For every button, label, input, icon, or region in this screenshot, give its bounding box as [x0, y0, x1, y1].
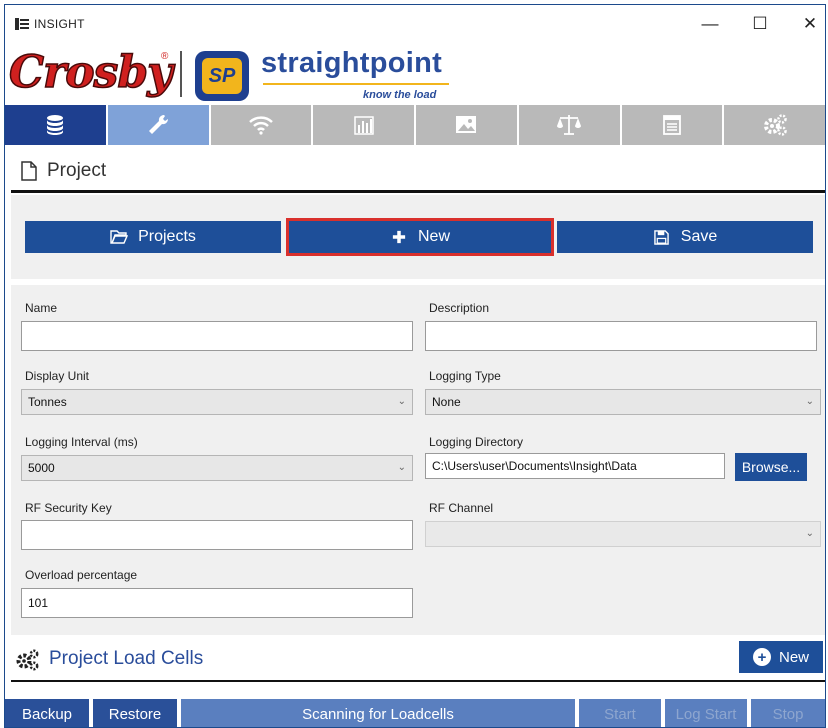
new-load-cell-button[interactable]: + New [739, 641, 823, 673]
tab-database[interactable] [5, 105, 108, 145]
save-icon [653, 229, 671, 245]
log-start-button[interactable]: Log Start [665, 699, 747, 727]
bottom-toolbar: Backup Restore Scanning for Loadcells St… [5, 699, 825, 727]
folder-open-icon [110, 229, 129, 245]
plus-circle-icon: + [752, 648, 771, 666]
calendar-icon [662, 115, 681, 135]
name-label: Name [25, 301, 58, 315]
rf-security-key-field[interactable] [21, 520, 413, 550]
wordmark-underline [263, 83, 449, 85]
database-icon [47, 115, 64, 135]
projects-button-label: Projects [138, 228, 196, 245]
stop-button[interactable]: Stop [751, 699, 825, 727]
tab-images[interactable] [416, 105, 519, 145]
plus-icon [390, 229, 408, 245]
maximize-button[interactable]: ☐ [737, 9, 783, 39]
gears-icon [763, 114, 787, 136]
rf-channel-label: RF Channel [429, 501, 494, 515]
main-tab-bar [5, 105, 825, 145]
new-project-button[interactable]: New [286, 218, 554, 256]
minimize-button[interactable]: — [687, 9, 733, 39]
chevron-down-icon: ⌄ [397, 396, 406, 407]
load-cells-divider [11, 680, 825, 682]
logging-interval-select[interactable]: 5000 ⌄ [21, 455, 413, 481]
crosby-logo: Crosby [8, 47, 173, 98]
tab-charts[interactable] [313, 105, 416, 145]
straightpoint-logo-mark: SP [195, 51, 249, 101]
scale-icon [557, 115, 582, 135]
logging-interval-value: 5000 [28, 461, 55, 475]
section-divider [11, 190, 825, 193]
wifi-icon [249, 116, 273, 135]
gears-icon [16, 649, 39, 671]
description-label: Description [429, 301, 490, 315]
display-unit-select[interactable]: Tonnes ⌄ [21, 389, 413, 415]
overload-percentage-field[interactable]: 101 [21, 588, 413, 618]
browse-button[interactable]: Browse... [735, 453, 807, 481]
sp-mark: SP [202, 58, 242, 94]
logging-interval-label: Logging Interval (ms) [25, 435, 138, 449]
bar-chart-icon [353, 116, 374, 135]
load-cells-header: Project Load Cells + New [5, 637, 825, 683]
window-title: INSIGHT [34, 17, 85, 31]
new-load-cell-label: New [778, 648, 809, 666]
brand-header: Crosby ® SP straightpoint know the load [5, 43, 825, 105]
app-window: INSIGHT — ☐ ✕ Crosby ® SP straightpoint … [4, 4, 826, 728]
tab-calendar[interactable] [621, 105, 725, 145]
brand-tagline: know the load [363, 89, 437, 101]
chevron-down-icon: ⌄ [397, 462, 406, 473]
status-bar-text: Scanning for Loadcells [181, 699, 575, 727]
app-icon [15, 18, 29, 30]
overload-percentage-label: Overload percentage [25, 568, 138, 582]
tab-preferences[interactable] [724, 105, 825, 145]
logging-directory-label: Logging Directory [429, 435, 524, 449]
rf-channel-select: ⌄ [425, 521, 821, 547]
projects-button[interactable]: Projects [25, 221, 281, 253]
tab-weighing[interactable] [518, 105, 622, 145]
tab-settings[interactable] [107, 105, 211, 145]
display-unit-value: Tonnes [28, 395, 67, 409]
name-field[interactable] [21, 321, 413, 351]
logging-type-select[interactable]: None ⌄ [425, 389, 821, 415]
project-actions: Projects New Save [11, 195, 825, 279]
page-title: Project [47, 160, 107, 181]
chevron-down-icon: ⌄ [805, 528, 814, 539]
description-field[interactable] [425, 321, 817, 351]
chevron-down-icon: ⌄ [805, 396, 814, 407]
restore-button[interactable]: Restore [93, 699, 177, 727]
title-bar: INSIGHT — ☐ ✕ [5, 5, 825, 43]
save-button[interactable]: Save [557, 221, 813, 253]
logging-type-value: None [432, 395, 461, 409]
rf-security-key-label: RF Security Key [25, 501, 112, 515]
display-unit-label: Display Unit [25, 369, 90, 383]
start-button[interactable]: Start [579, 699, 661, 727]
save-button-label: Save [680, 228, 718, 245]
logging-type-label: Logging Type [429, 369, 501, 383]
straightpoint-wordmark: straightpoint [261, 47, 443, 79]
document-icon [21, 161, 37, 181]
image-icon [456, 116, 477, 133]
close-button[interactable]: ✕ [787, 9, 825, 39]
backup-button[interactable]: Backup [5, 699, 89, 727]
project-form: Name Description Display Unit Tonnes ⌄ L… [11, 285, 825, 635]
load-cells-title: Project Load Cells [49, 648, 204, 669]
new-button-label: New [417, 228, 450, 245]
logging-directory-field[interactable]: C:\Users\user\Documents\Insight\Data [425, 453, 725, 479]
crosby-registered-mark: ® [161, 51, 169, 62]
tab-wireless[interactable] [210, 105, 314, 145]
wrench-icon [149, 114, 169, 134]
brand-divider [180, 51, 182, 97]
project-header: Project [5, 151, 825, 191]
